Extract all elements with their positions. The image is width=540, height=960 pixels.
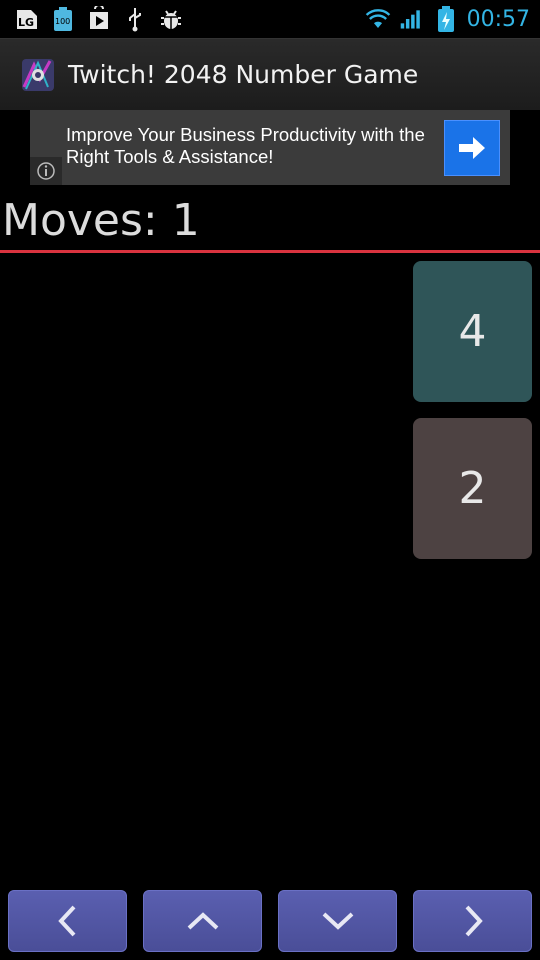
status-clock: 00:57 bbox=[466, 6, 530, 32]
move-right-button[interactable] bbox=[413, 890, 532, 952]
arrow-right-icon bbox=[459, 137, 485, 159]
move-down-button[interactable] bbox=[278, 890, 397, 952]
moves-counter: Moves: 1 bbox=[2, 192, 200, 248]
move-left-button[interactable] bbox=[8, 890, 127, 952]
svg-text:LG: LG bbox=[18, 16, 34, 29]
usb-icon bbox=[122, 6, 148, 32]
signal-icon bbox=[399, 6, 425, 32]
game-board[interactable]: 4 2 bbox=[0, 253, 540, 883]
tile: 4 bbox=[413, 261, 532, 402]
direction-controls bbox=[0, 890, 540, 952]
chevron-down-icon bbox=[322, 912, 353, 930]
app-title: Twitch! 2048 Number Game bbox=[68, 60, 419, 89]
move-up-button[interactable] bbox=[143, 890, 262, 952]
system-icons: 00:57 bbox=[365, 6, 540, 32]
ad-text[interactable]: Improve Your Business Productivity with … bbox=[66, 124, 436, 168]
battery-charging-icon bbox=[433, 6, 459, 32]
battery-100-icon: 100 bbox=[50, 6, 76, 32]
status-bar: LG 100 00:57 bbox=[0, 0, 540, 38]
moves-value: 1 bbox=[171, 194, 200, 246]
notification-icons: LG 100 bbox=[0, 6, 184, 32]
moves-label: Moves: bbox=[2, 194, 158, 246]
tile: 2 bbox=[413, 418, 532, 559]
info-icon[interactable] bbox=[30, 157, 62, 185]
chevron-left-icon bbox=[57, 905, 75, 937]
action-bar: Twitch! 2048 Number Game bbox=[0, 38, 540, 110]
lg-icon: LG bbox=[14, 6, 40, 32]
app-logo-icon bbox=[20, 57, 56, 93]
chevron-up-icon bbox=[187, 912, 218, 930]
wifi-icon bbox=[365, 6, 391, 32]
chevron-right-icon bbox=[465, 905, 483, 937]
ad-arrow-button[interactable] bbox=[444, 120, 500, 176]
debug-icon bbox=[158, 6, 184, 32]
svg-text:100: 100 bbox=[55, 17, 70, 26]
ad-banner[interactable]: Improve Your Business Productivity with … bbox=[30, 110, 510, 185]
play-store-icon bbox=[86, 6, 112, 32]
